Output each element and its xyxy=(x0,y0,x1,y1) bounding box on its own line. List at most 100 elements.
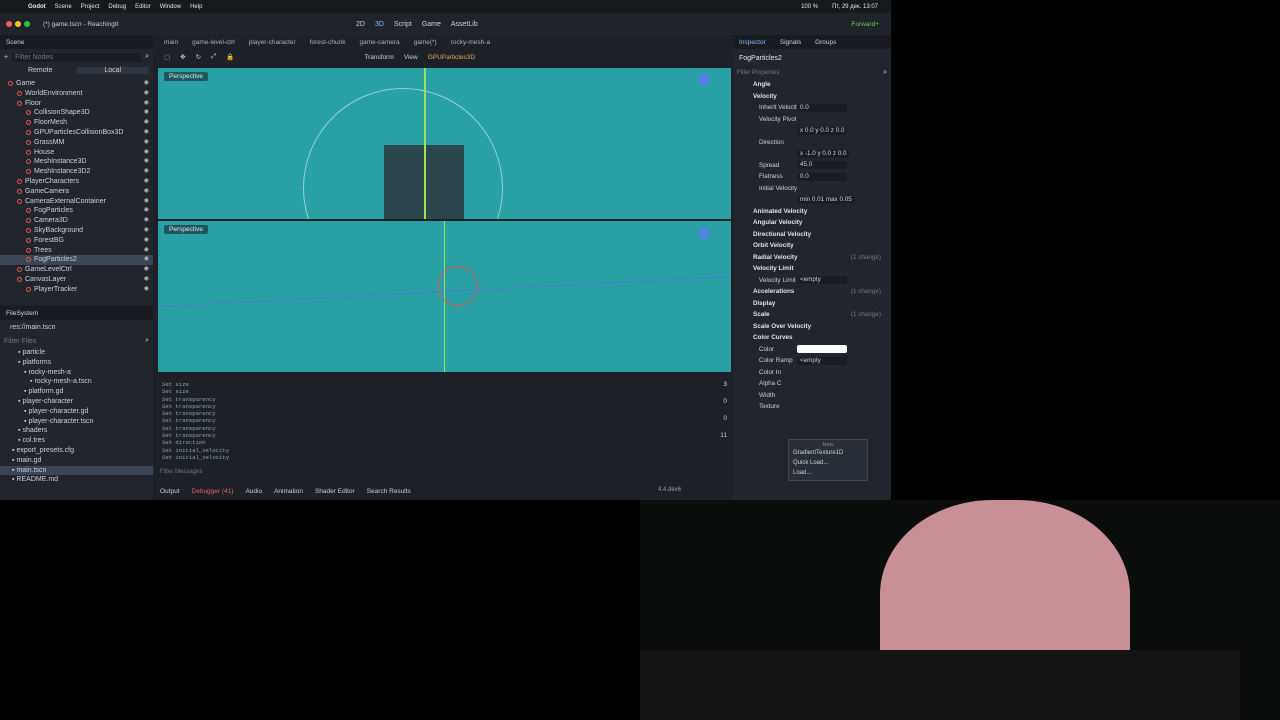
menu-editor[interactable]: Editor xyxy=(135,4,151,10)
file-item[interactable]: ▪ col.tres xyxy=(0,436,153,446)
workspace-script[interactable]: Script xyxy=(394,21,412,28)
property-value[interactable]: 0.0 xyxy=(797,172,847,181)
file-item[interactable]: ▪ README.md xyxy=(0,475,153,485)
visibility-eye-icon[interactable]: ◉ xyxy=(144,216,149,226)
visibility-eye-icon[interactable]: ◉ xyxy=(144,167,149,177)
menu-help[interactable]: Help xyxy=(190,4,202,10)
visibility-eye-icon[interactable]: ◉ xyxy=(144,148,149,158)
tree-item[interactable]: GrassMM ◉ xyxy=(0,138,153,148)
tree-item[interactable]: FogParticles ◉ xyxy=(0,206,153,216)
menu-scene[interactable]: Scene xyxy=(55,4,72,10)
visibility-eye-icon[interactable]: ◉ xyxy=(144,89,149,99)
add-node-icon[interactable]: + xyxy=(4,54,8,61)
tree-item[interactable]: CanvasLayer ◉ xyxy=(0,275,153,285)
property-value[interactable]: <empty xyxy=(797,356,847,365)
property-row[interactable]: Flatness 0.0 xyxy=(733,171,891,183)
tree-item[interactable]: Camera3D ◉ xyxy=(0,216,153,226)
move-tool-icon[interactable]: ✥ xyxy=(180,53,185,61)
property-row[interactable]: Spread 45.0 xyxy=(733,160,891,172)
scale-tool-icon[interactable]: ⤢ xyxy=(211,53,216,61)
filter-files-input[interactable]: Filter Files xyxy=(4,338,145,345)
workspace-assetlib[interactable]: AssetLib xyxy=(451,21,478,28)
orientation-gizmo-icon[interactable] xyxy=(698,227,710,239)
bottom-tab[interactable]: Shader Editor xyxy=(315,488,355,495)
message-filter-count[interactable]: 11 xyxy=(702,432,727,449)
select-tool-icon[interactable]: ⬚ xyxy=(164,53,170,61)
property-row[interactable]: Radial Velocity (1 change) xyxy=(733,252,891,264)
filter-properties-input[interactable]: Filter Properties xyxy=(737,70,883,76)
scene-tab[interactable]: game-camera xyxy=(359,39,399,46)
property-row[interactable]: Color Curves xyxy=(733,332,891,344)
file-item[interactable]: ▪ shaders xyxy=(0,426,153,436)
scene-tab[interactable]: player-character xyxy=(249,39,296,46)
file-item[interactable]: ▪ particle xyxy=(0,348,153,358)
bottom-tab[interactable]: Output xyxy=(160,488,180,495)
visibility-eye-icon[interactable]: ◉ xyxy=(144,285,149,295)
bottom-tab[interactable]: Search Results xyxy=(367,488,411,495)
visibility-eye-icon[interactable]: ◉ xyxy=(144,177,149,187)
property-row[interactable]: Velocity xyxy=(733,91,891,103)
property-row[interactable]: Angular Velocity xyxy=(733,217,891,229)
menu-debug[interactable]: Debug xyxy=(108,4,126,10)
property-row[interactable]: Direction xyxy=(733,137,891,149)
maximize-window-icon[interactable] xyxy=(24,21,30,27)
context-menu-item[interactable]: Load... xyxy=(793,468,863,478)
message-filter-count[interactable]: 0 xyxy=(702,415,727,432)
property-row[interactable]: Color xyxy=(733,344,891,356)
scene-tab[interactable]: game-level-ctrl xyxy=(192,39,235,46)
tree-item[interactable]: PlayerTracker ◉ xyxy=(0,285,153,295)
viewport-top-label[interactable]: Perspective xyxy=(164,72,208,81)
tab-signals[interactable]: Signals xyxy=(780,39,801,46)
tree-item[interactable]: CameraExternalContainer ◉ xyxy=(0,197,153,207)
visibility-eye-icon[interactable]: ◉ xyxy=(144,246,149,256)
property-row[interactable]: Orbit Velocity xyxy=(733,240,891,252)
property-row[interactable]: Animated Velocity xyxy=(733,206,891,218)
property-row[interactable]: min 0.01 max 0.05 xyxy=(733,194,891,206)
transform-menu[interactable]: Transform xyxy=(364,54,393,61)
visibility-eye-icon[interactable]: ◉ xyxy=(144,118,149,128)
tree-item[interactable]: Floor ◉ xyxy=(0,99,153,109)
viewport-bottom[interactable]: Perspective xyxy=(158,221,731,372)
bottom-tab[interactable]: Animation xyxy=(274,488,303,495)
property-row[interactable]: Initial Velocity xyxy=(733,183,891,195)
file-item[interactable]: ▪ export_presets.cfg xyxy=(0,446,153,456)
property-row[interactable]: Color Ramp <empty xyxy=(733,355,891,367)
tree-item[interactable]: GameCamera ◉ xyxy=(0,187,153,197)
context-menu-item[interactable]: GradientTexture1D xyxy=(793,448,863,458)
workspace-2d[interactable]: 2D xyxy=(356,21,365,28)
filesystem-path[interactable]: res://main.tscn xyxy=(10,324,56,331)
viewport-top[interactable]: Perspective xyxy=(158,68,731,219)
tree-item[interactable]: Trees ◉ xyxy=(0,246,153,256)
property-row[interactable]: Accelerations (1 change) xyxy=(733,286,891,298)
property-value[interactable]: min 0.01 max 0.05 xyxy=(797,195,855,204)
renderer-select[interactable]: Forward+ xyxy=(851,21,879,28)
file-item[interactable]: ▪ rocky-mesh-a xyxy=(0,368,153,378)
property-value[interactable] xyxy=(797,345,847,354)
file-item[interactable]: ▪ main.tscn xyxy=(0,465,153,476)
file-item[interactable]: ▪ platforms xyxy=(0,358,153,368)
visibility-eye-icon[interactable]: ◉ xyxy=(144,187,149,197)
tree-item[interactable]: House ◉ xyxy=(0,148,153,158)
visibility-eye-icon[interactable]: ◉ xyxy=(144,236,149,246)
visibility-eye-icon[interactable]: ◉ xyxy=(144,265,149,275)
visibility-eye-icon[interactable]: ◉ xyxy=(144,108,149,118)
tree-item[interactable]: MeshInstance3D ◉ xyxy=(0,157,153,167)
tab-inspector[interactable]: Inspector xyxy=(739,39,766,46)
scene-tab[interactable]: rocky-mesh-a xyxy=(451,39,490,46)
workspace-game[interactable]: Game xyxy=(422,21,441,28)
tree-item[interactable]: Game ◉ xyxy=(0,79,153,89)
visibility-eye-icon[interactable]: ◉ xyxy=(144,99,149,109)
property-row[interactable]: x -1.0 y 0.0 z 0.0 xyxy=(733,148,891,160)
file-item[interactable]: ▪ main.gd xyxy=(0,456,153,466)
visibility-eye-icon[interactable]: ◉ xyxy=(144,79,149,89)
file-item[interactable]: ▪ player-character xyxy=(0,397,153,407)
visibility-eye-icon[interactable]: ◉ xyxy=(144,255,149,265)
menu-project[interactable]: Project xyxy=(81,4,100,10)
property-row[interactable]: Angle xyxy=(733,79,891,91)
file-item[interactable]: ▪ platform.gd xyxy=(0,387,153,397)
tree-item[interactable]: ForestBG ◉ xyxy=(0,236,153,246)
local-tab[interactable]: Local xyxy=(76,67,149,74)
property-row[interactable]: Texture xyxy=(733,401,891,413)
property-value[interactable]: <empty xyxy=(797,276,847,285)
menu-godot[interactable]: Godot xyxy=(28,4,46,10)
